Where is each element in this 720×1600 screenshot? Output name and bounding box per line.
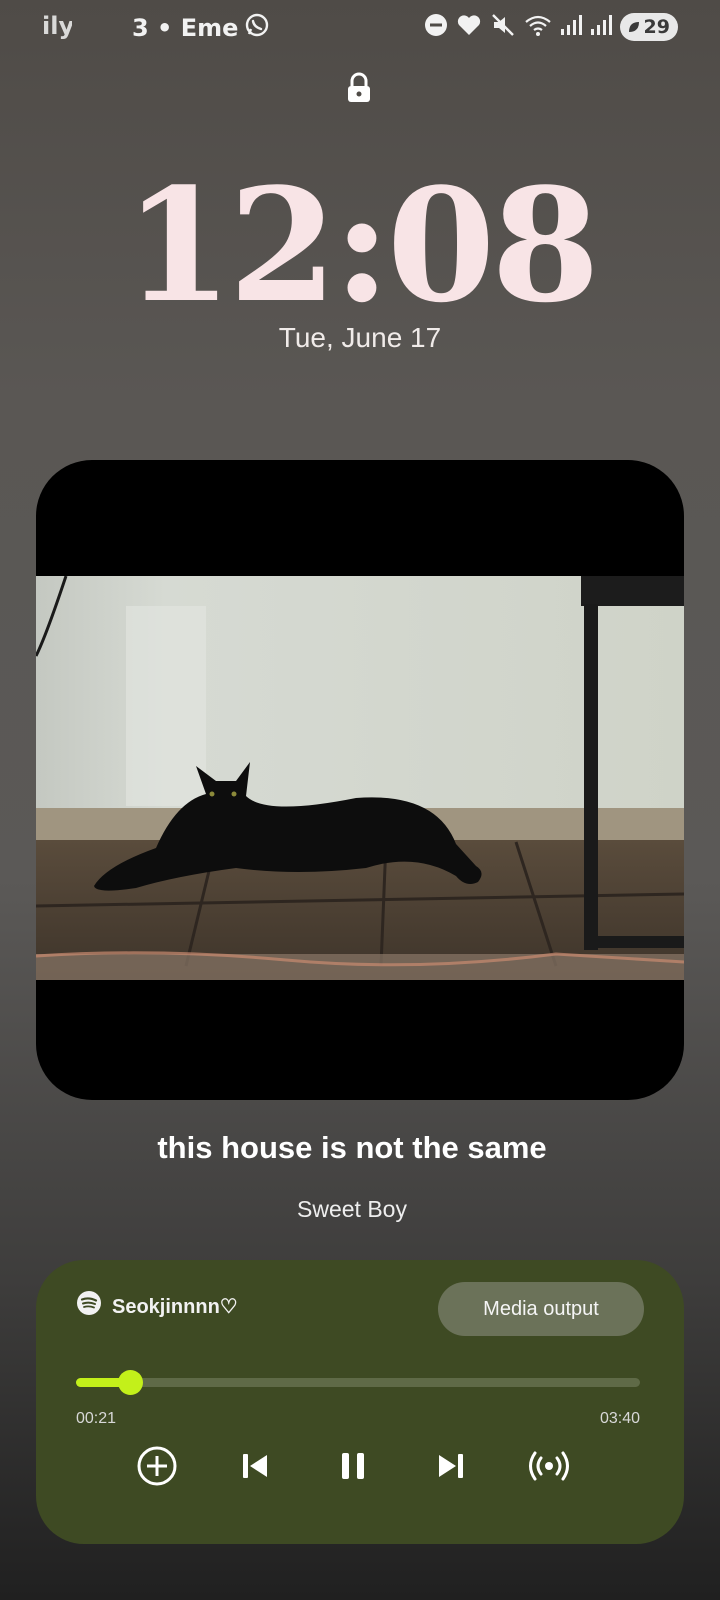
pause-icon	[342, 1453, 364, 1479]
battery-indicator: 29	[619, 13, 678, 41]
wifi-icon	[524, 13, 552, 41]
signal-icon	[590, 14, 612, 40]
status-icons: 29	[424, 12, 678, 42]
next-button[interactable]	[423, 1438, 479, 1494]
media-source-name: Seokjinnnn♡	[112, 1295, 238, 1318]
status-left: ily	[42, 12, 72, 40]
battery-saver-icon	[628, 22, 639, 32]
status-fragment: ily	[42, 12, 72, 40]
whatsapp-icon	[244, 12, 270, 44]
mute-icon	[490, 12, 516, 42]
broadcast-icon	[529, 1451, 569, 1481]
album-art-image	[36, 576, 684, 980]
media-player-card: Seokjinnnn♡ Media output 00:21 03:40	[36, 1260, 684, 1544]
lockscreen-date: Tue, June 17	[278, 322, 442, 353]
previous-button[interactable]	[227, 1438, 283, 1494]
track-title: this house is not the same	[157, 1130, 547, 1165]
add-icon	[137, 1446, 177, 1486]
album-art-card[interactable]	[36, 460, 684, 1100]
previous-icon	[243, 1454, 267, 1478]
media-source[interactable]: Seokjinnnn♡	[76, 1290, 238, 1322]
seek-bar[interactable]	[76, 1370, 640, 1395]
next-icon	[439, 1454, 463, 1478]
broadcast-button[interactable]	[521, 1438, 577, 1494]
total-time: 03:40	[599, 1410, 640, 1427]
track-artist: Sweet Boy	[297, 1196, 407, 1222]
lockscreen-clock[interactable]: 12:08	[0, 168, 720, 324]
seek-bar-thumb[interactable]	[117, 1370, 143, 1395]
media-output-button[interactable]: Media output	[438, 1282, 644, 1336]
status-bar: ily 3 • Eme 29	[0, 0, 720, 56]
notification-indicator: 3 • Eme	[132, 12, 270, 44]
battery-level: 29	[643, 16, 670, 38]
signal-icon	[560, 14, 582, 40]
spotify-icon	[76, 1290, 102, 1322]
lock-icon[interactable]	[346, 72, 372, 108]
notification-text: 3 • Eme	[132, 14, 239, 42]
heart-icon	[456, 13, 482, 41]
dnd-icon	[424, 13, 448, 41]
playback-controls	[36, 1436, 684, 1516]
elapsed-time: 00:21	[76, 1410, 117, 1427]
pause-button[interactable]	[325, 1438, 381, 1494]
add-button[interactable]	[129, 1438, 185, 1494]
